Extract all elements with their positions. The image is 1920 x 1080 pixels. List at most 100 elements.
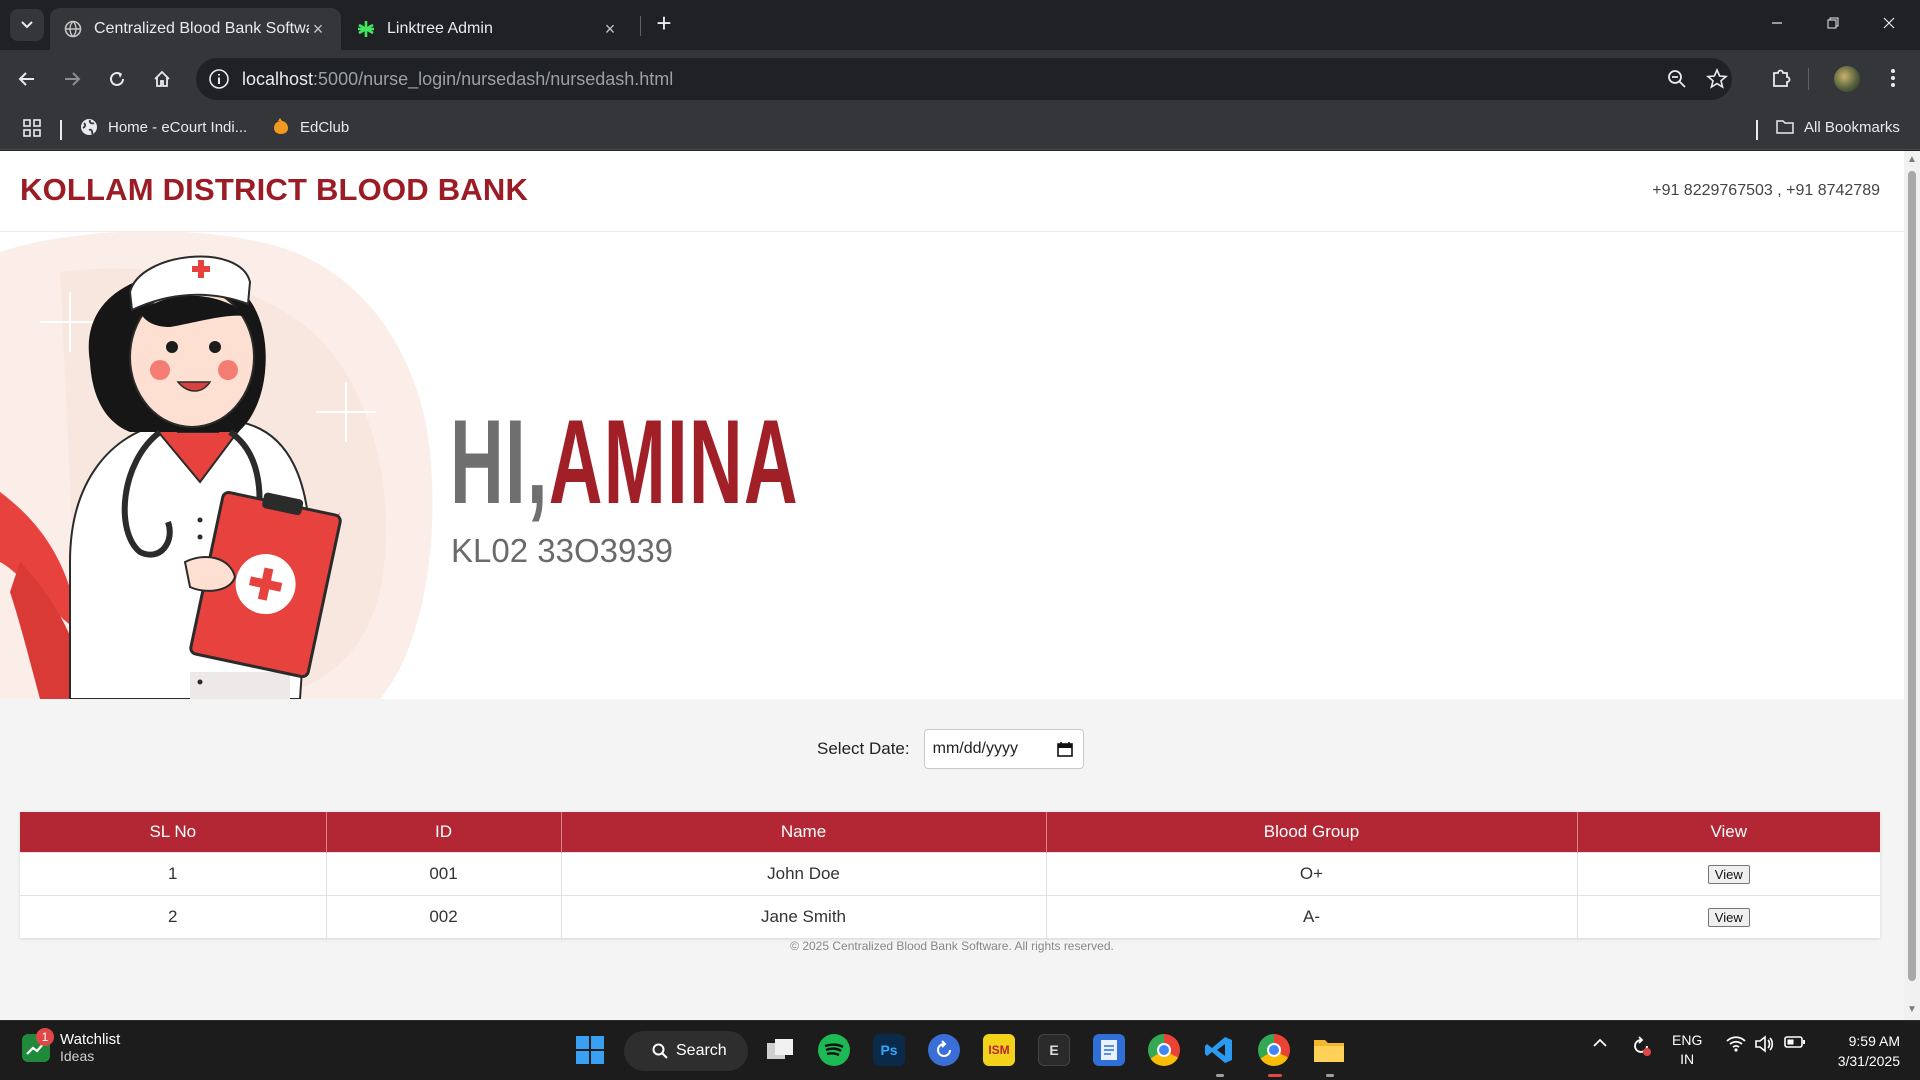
clock-date: 3/31/2025 <box>1837 1053 1900 1069</box>
site-title: KOLLAM DISTRICT BLOOD BANK <box>20 172 529 207</box>
wifi-icon <box>1726 1036 1746 1052</box>
spotify-icon <box>824 1043 844 1057</box>
scroll-down-arrow-icon[interactable]: ▼ <box>1907 1005 1917 1015</box>
all-bookmarks-label: All Bookmarks <box>1804 118 1900 136</box>
tab-search-menu-button[interactable] <box>10 9 44 41</box>
toolbar-divider <box>1808 68 1809 90</box>
reload-button[interactable] <box>101 63 133 95</box>
chevron-down-icon <box>21 21 33 29</box>
volume-button[interactable] <box>1754 1035 1774 1056</box>
page-footer: © 2025 Centralized Blood Bank Software. … <box>790 939 1114 953</box>
column-header-sl-no: SL No <box>20 812 327 852</box>
greeting-heading: HI,AMINA <box>450 402 799 522</box>
minimize-button[interactable] <box>1754 10 1800 40</box>
language-indicator[interactable]: ENG IN <box>1672 1031 1702 1069</box>
cell-blood-group: O+ <box>1046 851 1578 895</box>
spotify-app[interactable] <box>818 1034 850 1066</box>
tab-linktree-admin[interactable]: Linktree Admin × <box>343 8 633 50</box>
cisco-ism-icon: ISM <box>988 1043 1010 1057</box>
bookmark-ecourt[interactable]: Home - eCourt Indi... <box>80 118 247 136</box>
tab-blood-bank[interactable]: Centralized Blood Bank Softwar × <box>50 8 341 50</box>
address-bar[interactable]: localhost:5000/nurse_login/nursedash/nur… <box>196 58 1732 100</box>
greeting-hi: HI, <box>450 395 549 529</box>
tray-overflow-button[interactable] <box>1592 1035 1608 1054</box>
star-bookmark-icon[interactable] <box>1706 68 1728 90</box>
back-button[interactable] <box>11 63 43 95</box>
page-scrollbar[interactable]: ▲ ▼ <box>1904 151 1920 1020</box>
notepad-icon <box>1101 1040 1117 1060</box>
calendar-icon[interactable] <box>1056 741 1073 757</box>
watchlist-widget[interactable]: 1 Watchlist Ideas <box>22 1027 120 1064</box>
notification-badge: 1 <box>36 1027 54 1046</box>
widget-subtitle: Ideas <box>60 1048 95 1064</box>
cisco-app[interactable]: ISM <box>983 1034 1015 1066</box>
linktree-icon <box>358 21 374 37</box>
column-header-id: ID <box>326 812 562 852</box>
battery-button[interactable] <box>1784 1035 1806 1052</box>
home-button[interactable] <box>146 63 178 95</box>
apps-button[interactable] <box>22 118 42 138</box>
tab-title: Centralized Blood Bank Softwar <box>94 20 309 37</box>
task-view-icon <box>767 1039 793 1059</box>
sync-status-button[interactable] <box>1630 1035 1652 1060</box>
search-label: Search <box>676 1042 727 1059</box>
task-view-button[interactable] <box>764 1034 796 1066</box>
restore-button[interactable] <box>1810 10 1856 40</box>
start-button[interactable] <box>574 1034 606 1066</box>
url-host: localhost <box>242 69 314 89</box>
chrome-profile-app[interactable] <box>1258 1034 1290 1066</box>
sync-app[interactable] <box>928 1034 960 1066</box>
cell-name: John Doe <box>561 851 1047 895</box>
view-button[interactable]: View <box>1707 907 1750 927</box>
file-explorer-app[interactable] <box>1313 1034 1345 1066</box>
tab-separator <box>640 16 641 36</box>
profile-avatar[interactable] <box>1834 66 1860 92</box>
chevron-up-icon <box>1593 1038 1607 1047</box>
cell-name: Jane Smith <box>561 894 1047 938</box>
scroll-up-arrow-icon[interactable]: ▲ <box>1907 155 1917 165</box>
globe-icon <box>81 119 97 135</box>
arrow-right-icon <box>65 72 81 86</box>
close-tab-icon[interactable]: × <box>309 20 327 38</box>
page-viewport: KOLLAM DISTRICT BLOOD BANK +91 822976750… <box>0 151 1904 1020</box>
close-tab-icon[interactable]: × <box>601 20 619 38</box>
new-tab-button[interactable]: + <box>650 10 678 38</box>
epic-games-icon: E <box>1049 1042 1059 1058</box>
chrome-icon <box>1267 1043 1281 1057</box>
bookmark-edclub[interactable]: EdClub <box>272 118 349 136</box>
cell-id: 001 <box>326 851 562 895</box>
view-button[interactable]: View <box>1707 864 1750 884</box>
running-indicator <box>1326 1074 1334 1077</box>
kebab-menu-icon <box>1891 69 1895 87</box>
zoom-icon[interactable] <box>1666 68 1688 90</box>
browser-tab-bar: Centralized Blood Bank Softwar × Linktre… <box>0 0 1920 50</box>
close-window-button[interactable] <box>1866 10 1912 40</box>
cell-blood-group: A- <box>1046 894 1578 938</box>
scrollbar-thumb[interactable] <box>1908 171 1916 981</box>
wifi-button[interactable] <box>1726 1035 1746 1056</box>
site-info-icon[interactable] <box>208 68 230 90</box>
sync-status-icon <box>1634 1036 1651 1056</box>
cell-view: View <box>1577 851 1880 895</box>
staff-id: KL02 33O3939 <box>451 532 674 569</box>
chrome-app[interactable] <box>1148 1034 1180 1066</box>
system-clock[interactable]: 9:59 AM 3/31/2025 <box>1838 1031 1900 1071</box>
url-text[interactable]: localhost:5000/nurse_login/nursedash/nur… <box>242 69 673 90</box>
forward-button[interactable] <box>56 63 88 95</box>
notepad-app[interactable] <box>1093 1034 1125 1066</box>
photoshop-app[interactable]: Ps <box>873 1034 905 1066</box>
all-bookmarks-button[interactable]: All Bookmarks <box>1776 118 1900 136</box>
epic-app[interactable]: E <box>1038 1034 1070 1066</box>
taskbar-search[interactable]: Search <box>624 1031 748 1071</box>
date-label: Select Date: <box>817 739 910 758</box>
folder-icon <box>1776 120 1794 134</box>
close-icon <box>1883 17 1895 29</box>
reload-icon <box>110 71 124 86</box>
vscode-app[interactable] <box>1203 1034 1235 1066</box>
browser-menu-button[interactable] <box>1880 65 1906 91</box>
date-filter: Select Date: mm/dd/yyyy <box>817 729 1084 769</box>
globe-icon <box>64 20 82 38</box>
date-input[interactable]: mm/dd/yyyy <box>923 729 1084 769</box>
extensions-button[interactable] <box>1768 65 1794 91</box>
bookmark-divider <box>60 120 62 140</box>
